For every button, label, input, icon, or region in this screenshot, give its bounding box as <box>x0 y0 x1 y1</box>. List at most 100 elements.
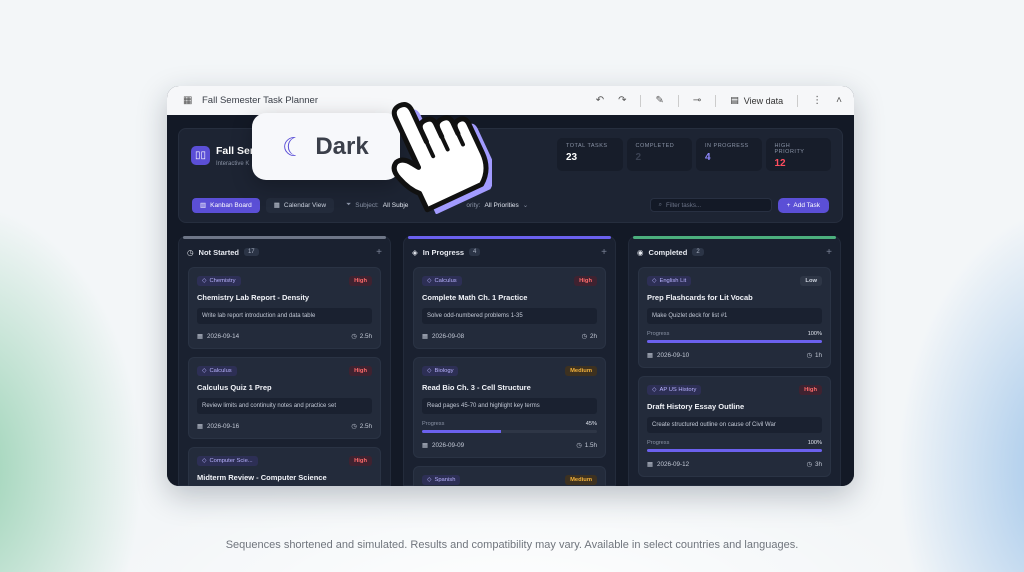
tag-icon: ◇ <box>652 278 657 284</box>
subject-tag: ◇ Spanish <box>422 475 461 485</box>
clock-icon: ◷ <box>806 352 812 359</box>
task-card[interactable]: ◇ Calculus High Complete Math Ch. 1 Pract… <box>413 267 606 349</box>
due-date-text: 2026-09-08 <box>431 333 465 340</box>
priority-badge: High <box>349 456 372 466</box>
stat-value: 12 <box>774 158 786 169</box>
add-card-icon[interactable]: + <box>376 247 382 258</box>
time-estimate: ◷ 2.5h <box>351 333 372 340</box>
search-icon: ⌕ <box>658 201 663 208</box>
tag-label: Calculus <box>434 278 457 284</box>
task-card[interactable]: ◇ Calculus High Calculus Quiz 1 Prep Revi… <box>188 357 381 439</box>
add-card-icon[interactable]: + <box>826 247 832 258</box>
stat-label: IN PROGRESS <box>705 143 749 149</box>
tag-label: Chemistry <box>209 278 236 284</box>
clock-icon: ◷ <box>806 461 812 468</box>
progress-value: 45% <box>585 421 597 427</box>
calendar-icon: ▦ <box>647 352 653 359</box>
due-date: ▦ 2026-09-10 <box>647 352 689 359</box>
undo-icon[interactable]: ↶ <box>596 95 604 106</box>
subject-tag: ◇ Calculus <box>422 276 462 286</box>
clock-icon: ◷ <box>351 423 357 430</box>
column-count: 4 <box>469 248 481 256</box>
task-note: Make Quizlet deck for list #1 <box>647 308 822 324</box>
task-card[interactable]: ◇ Biology Medium Read Bio Ch. 3 - Cell St… <box>413 357 606 458</box>
task-note: Write lab report introduction and data t… <box>197 308 372 324</box>
progress-row: Progress 100% <box>647 331 822 337</box>
tag-icon: ◇ <box>427 477 432 483</box>
stat-label: TOTAL TASKS <box>566 143 608 149</box>
due-date-text: 2026-09-09 <box>431 442 465 449</box>
stat-value: 23 <box>566 152 578 163</box>
progress-bar <box>647 449 822 452</box>
estimate-text: 1h <box>814 352 822 359</box>
subject-tag: ◇ English Lit <box>647 276 692 286</box>
calendar-view-tab[interactable]: ▦ Calendar View <box>265 197 335 213</box>
stat-label: HIGH PRIORITY <box>774 143 805 155</box>
collapse-icon[interactable]: ˄ <box>836 95 842 106</box>
add-task-button[interactable]: + Add Task <box>777 197 829 213</box>
column-accent-bar <box>183 236 386 239</box>
column-header: ◈ In Progress 4 + <box>404 237 615 267</box>
view-data-label: View data <box>743 95 784 106</box>
due-date-text: 2026-09-16 <box>206 423 240 430</box>
task-title: Midterm Review - Computer Science <box>197 473 327 482</box>
task-card[interactable]: ◇ English Lit Low Prep Flashcards for Lit… <box>638 267 831 368</box>
column-title: Completed <box>648 247 688 257</box>
kanban-label: Kanban Board <box>210 201 252 209</box>
tag-label: Biology <box>434 368 454 374</box>
task-card[interactable]: ◇ AP US History High Draft History Essay … <box>638 376 831 477</box>
add-task-label: Add Task <box>793 201 820 209</box>
subject-tag: ◇ Calculus <box>197 366 237 376</box>
time-estimate: ◷ 2h <box>581 333 597 340</box>
calendar-icon: ▦ <box>197 333 203 340</box>
calendar-icon: ▦ <box>422 442 428 449</box>
tag-label: Spanish <box>434 477 456 483</box>
column-not-started: ◷ Not Started 17 + ◇ Chemistry High Chemi… <box>178 236 391 486</box>
search-placeholder: Filter tasks... <box>666 201 702 209</box>
add-card-icon[interactable]: + <box>601 247 607 258</box>
column-count: 17 <box>243 248 259 256</box>
calendar-icon: ▦ <box>422 333 428 340</box>
pointing-hand-icon <box>391 102 492 214</box>
stat-completed: COMPLETED 2 <box>626 138 692 171</box>
task-card[interactable]: ◇ Chemistry High Chemistry Lab Report - D… <box>188 267 381 349</box>
divider <box>797 94 799 107</box>
redo-icon[interactable]: ↷ <box>618 95 626 106</box>
divider <box>715 94 717 107</box>
column-title: Not Started <box>198 247 239 257</box>
due-date-text: 2026-09-14 <box>206 333 240 340</box>
progress-row: Progress 45% <box>422 421 597 427</box>
app-subtitle: Interactive K <box>216 161 250 167</box>
filter-tasks-input[interactable]: ⌕ Filter tasks... <box>649 198 772 212</box>
link-icon[interactable]: ⊸ <box>693 95 701 106</box>
view-data-button[interactable]: ▤ View data <box>730 95 783 106</box>
tag-icon: ◇ <box>202 368 207 374</box>
more-options-icon[interactable]: ⋮ <box>812 95 822 106</box>
priority-badge: Medium <box>565 366 597 376</box>
clock-icon: ◷ <box>187 247 194 257</box>
book-icon: ▯▯ <box>191 146 210 165</box>
priority-badge: Medium <box>565 475 597 485</box>
calendar-label: Calendar View <box>283 201 327 209</box>
subject-tag: ◇ Computer Scie... <box>197 456 258 466</box>
progress-fill <box>422 430 501 433</box>
tag-label: English Lit <box>659 278 687 284</box>
plus-icon: + <box>786 201 791 209</box>
priority-badge: High <box>799 385 822 395</box>
due-date: ▦ 2026-09-08 <box>422 333 464 340</box>
subject-tag: ◇ Biology <box>422 366 459 376</box>
tag-label: AP US History <box>659 387 697 393</box>
task-card[interactable]: ◇ Computer Scie... High Midterm Review - … <box>188 447 381 486</box>
subject-tag: ◇ AP US History <box>647 385 702 395</box>
due-date: ▦ 2026-09-16 <box>197 423 239 430</box>
dark-mode-label: Dark <box>315 132 369 160</box>
task-card[interactable]: ◇ Spanish Medium <box>413 466 606 486</box>
edit-icon[interactable]: ✎ <box>655 95 663 106</box>
kanban-board-tab[interactable]: ▥ Kanban Board <box>192 197 260 213</box>
column-completed: ◉ Completed 2 + ◇ English Lit Low Prep Fl… <box>628 236 841 486</box>
kanban-columns: ◷ Not Started 17 + ◇ Chemistry High Chemi… <box>178 236 843 486</box>
table-icon: ▤ <box>730 95 739 105</box>
progress-value: 100% <box>807 440 822 446</box>
progress-fill <box>647 340 822 343</box>
chevron-down-icon: ⌄ <box>522 202 529 209</box>
